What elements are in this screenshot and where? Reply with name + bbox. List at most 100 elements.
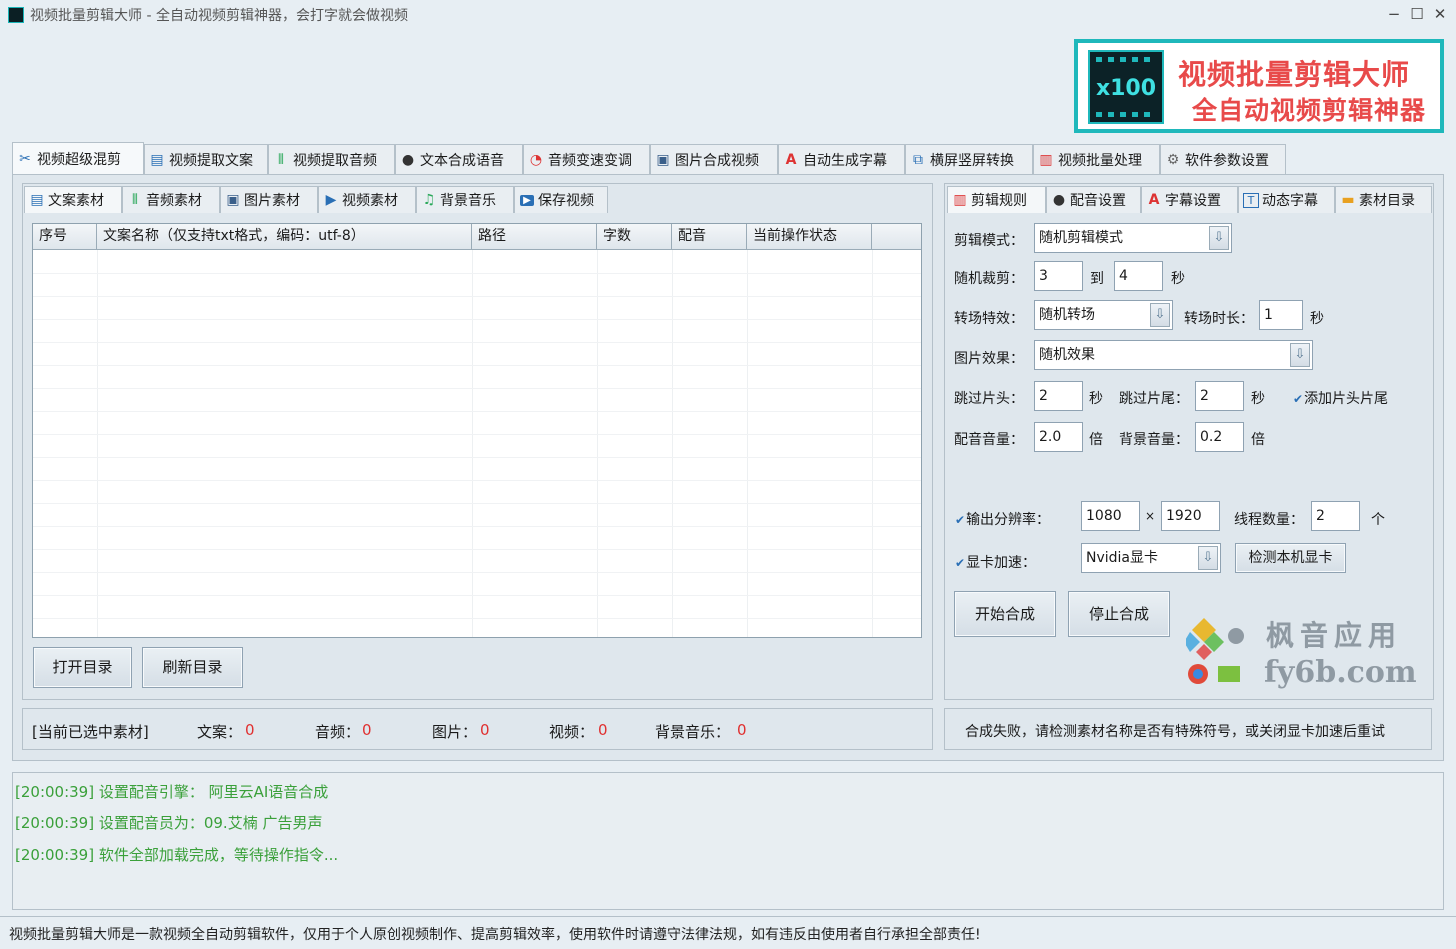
gpu-select[interactable]: Nvidia显卡 ⇩ <box>1081 543 1221 573</box>
tab-text-to-speech[interactable]: ● 文本合成语音 <box>395 144 523 174</box>
window-title: 视频批量剪辑大师 - 全自动视频剪辑神器，会打字就会做视频 <box>30 8 408 24</box>
random-cut-to-input[interactable]: 4 <box>1114 261 1163 291</box>
tab-orientation-convert[interactable]: ⧉ 横屏竖屏转换 <box>905 144 1033 174</box>
skip-head-input[interactable]: 2 <box>1034 381 1083 411</box>
table-header: 序号 文案名称（仅支持txt格式，编码：utf-8） 路径 字数 配音 当前操作… <box>33 224 921 250</box>
tab-text-material[interactable]: ▤ 文案素材 <box>24 186 122 213</box>
tab-subtitle-settings[interactable]: A 字幕设置 <box>1141 186 1238 213</box>
output-resolution-label: 输出分辨率： <box>966 512 1051 528</box>
tab-extract-audio[interactable]: ⦀ 视频提取音频 <box>268 144 395 174</box>
tab-settings[interactable]: ⚙ 软件参数设置 <box>1160 144 1286 174</box>
stop-compose-button[interactable]: 停止合成 <box>1068 591 1170 637</box>
skip-tail-input[interactable]: 2 <box>1195 381 1244 411</box>
tab-audio-material[interactable]: ⦀ 音频素材 <box>122 186 220 213</box>
voice-volume-label: 配音音量： <box>954 432 1024 448</box>
checkmark-icon: ✔ <box>1293 392 1304 406</box>
tab-extract-text[interactable]: ▤ 视频提取文案 <box>144 144 268 174</box>
to-label: 到 <box>1090 271 1104 287</box>
tab-material-directory[interactable]: ▬ 素材目录 <box>1335 186 1432 213</box>
audio-count-label: 音频： <box>315 723 361 741</box>
refresh-directory-button[interactable]: 刷新目录 <box>142 647 243 688</box>
dropdown-arrow-icon[interactable]: ⇩ <box>1209 226 1229 250</box>
tab-video-material[interactable]: ▶ 视频素材 <box>318 186 416 213</box>
output-resolution-checkbox[interactable]: ✔输出分辨率： <box>955 509 1050 529</box>
log-line: [20:00:39] 设置配音员为：09.艾楠 广告男声 <box>15 814 323 832</box>
audio-wave-icon: ⦀ <box>277 151 285 168</box>
start-compose-button[interactable]: 开始合成 <box>954 591 1056 637</box>
tab-label: 图片合成视频 <box>675 152 759 169</box>
tab-label: 配音设置 <box>1070 193 1126 209</box>
open-directory-button[interactable]: 打开目录 <box>33 647 132 688</box>
tab-label: 视频素材 <box>342 193 398 209</box>
tab-label: 软件参数设置 <box>1185 152 1269 169</box>
tab-images-to-video[interactable]: ▣ 图片合成视频 <box>650 144 778 174</box>
audio-count: 0 <box>362 721 372 739</box>
text-material-table[interactable]: 序号 文案名称（仅支持txt格式，编码：utf-8） 路径 字数 配音 当前操作… <box>32 223 922 638</box>
rotate-screen-icon: ⧉ <box>913 151 923 168</box>
tab-video-mix[interactable]: ✂ 视频超级混剪 <box>12 142 144 175</box>
column-header-voice[interactable]: 配音 <box>672 224 747 250</box>
threads-unit: 个 <box>1371 512 1385 528</box>
threads-input[interactable]: 2 <box>1311 501 1360 531</box>
gpu-acceleration-checkbox[interactable]: ✔显卡加速： <box>955 552 1036 572</box>
bg-volume-label: 背景音量： <box>1119 432 1189 448</box>
tab-label: 背景音乐 <box>440 193 496 209</box>
tab-label: 文案素材 <box>48 193 104 209</box>
times-unit: 倍 <box>1089 432 1103 448</box>
column-header-name[interactable]: 文案名称（仅支持txt格式，编码：utf-8） <box>97 224 472 250</box>
edit-mode-label: 剪辑模式： <box>954 233 1024 249</box>
compose-status-message: 合成失败，请检测素材名称是否有特殊符号，或关闭显卡加速后重试 <box>965 724 1385 740</box>
dropdown-arrow-icon[interactable]: ⇩ <box>1290 343 1310 367</box>
resolution-width-input[interactable]: 1080 <box>1081 501 1140 531</box>
resolution-height-input[interactable]: 1920 <box>1161 501 1220 531</box>
column-header-index[interactable]: 序号 <box>33 224 97 250</box>
image-effect-select[interactable]: 随机效果 ⇩ <box>1034 340 1313 370</box>
minimize-button[interactable]: − <box>1384 4 1404 24</box>
document-icon: ▤ <box>150 151 164 168</box>
transition-select[interactable]: 随机转场 ⇩ <box>1034 300 1173 330</box>
tab-edit-rules[interactable]: ▥ 剪辑规则 <box>947 186 1046 213</box>
image-effect-value: 随机效果 <box>1039 347 1095 363</box>
gpu-acceleration-label: 显卡加速： <box>966 555 1037 571</box>
column-header-word-count[interactable]: 字数 <box>597 224 672 250</box>
dropdown-arrow-icon[interactable]: ⇩ <box>1150 303 1170 327</box>
skip-head-label: 跳过片头： <box>954 391 1024 407</box>
tab-auto-subtitles[interactable]: A 自动生成字幕 <box>778 144 905 174</box>
tab-label: 横屏竖屏转换 <box>930 152 1014 169</box>
voice-volume-input[interactable]: 2.0 <box>1034 422 1083 452</box>
bgm-count: 0 <box>737 721 747 739</box>
skip-tail-label: 跳过片尾： <box>1119 391 1189 407</box>
film-icon: ▥ <box>1039 151 1053 168</box>
transition-duration-label: 转场时长： <box>1184 311 1254 327</box>
column-header-status[interactable]: 当前操作状态 <box>747 224 872 250</box>
tab-save-video[interactable]: ▶ 保存视频 <box>514 186 608 213</box>
bg-volume-input[interactable]: 0.2 <box>1195 422 1244 452</box>
tab-voice-settings[interactable]: ● 配音设置 <box>1046 186 1141 213</box>
title-bar: 视频批量剪辑大师 - 全自动视频剪辑神器，会打字就会做视频 − ☐ ✕ <box>0 0 1456 30</box>
tab-image-material[interactable]: ▣ 图片素材 <box>220 186 318 213</box>
edit-mode-select[interactable]: 随机剪辑模式 ⇩ <box>1034 223 1232 253</box>
add-head-tail-label: 添加片头片尾 <box>1304 391 1389 407</box>
maximize-button[interactable]: ☐ <box>1407 4 1427 24</box>
column-header-path[interactable]: 路径 <box>472 224 597 250</box>
logo-subtitle: 全自动视频剪辑神器 <box>1192 96 1427 125</box>
folder-icon: ▬ <box>1341 192 1355 208</box>
dropdown-arrow-icon[interactable]: ⇩ <box>1198 546 1218 570</box>
bgm-count-label: 背景音乐： <box>655 723 731 741</box>
transition-duration-input[interactable]: 1 <box>1259 300 1303 330</box>
tab-batch-process[interactable]: ▥ 视频批量处理 <box>1033 144 1160 174</box>
close-button[interactable]: ✕ <box>1430 4 1450 24</box>
tab-audio-speed[interactable]: ◔ 音频变速变调 <box>523 144 650 174</box>
document-icon: ▤ <box>30 192 44 208</box>
tab-dynamic-subtitles[interactable]: T 动态字幕 <box>1238 186 1335 213</box>
log-panel[interactable]: [20:00:39] 设置配音引擎： 阿里云AI语音合成 [20:00:39] … <box>12 772 1444 910</box>
gear-icon: ⚙ <box>1166 151 1180 168</box>
detect-gpu-button[interactable]: 检测本机显卡 <box>1235 543 1346 573</box>
play-icon: ▶ <box>325 192 337 208</box>
image-effect-label: 图片效果： <box>954 351 1024 367</box>
random-cut-from-input[interactable]: 3 <box>1034 261 1083 291</box>
add-head-tail-checkbox[interactable]: ✔添加片头片尾 <box>1293 388 1388 408</box>
seconds-unit: 秒 <box>1089 391 1103 407</box>
font-icon: A <box>785 151 797 168</box>
tab-background-music[interactable]: ♫ 背景音乐 <box>416 186 514 213</box>
